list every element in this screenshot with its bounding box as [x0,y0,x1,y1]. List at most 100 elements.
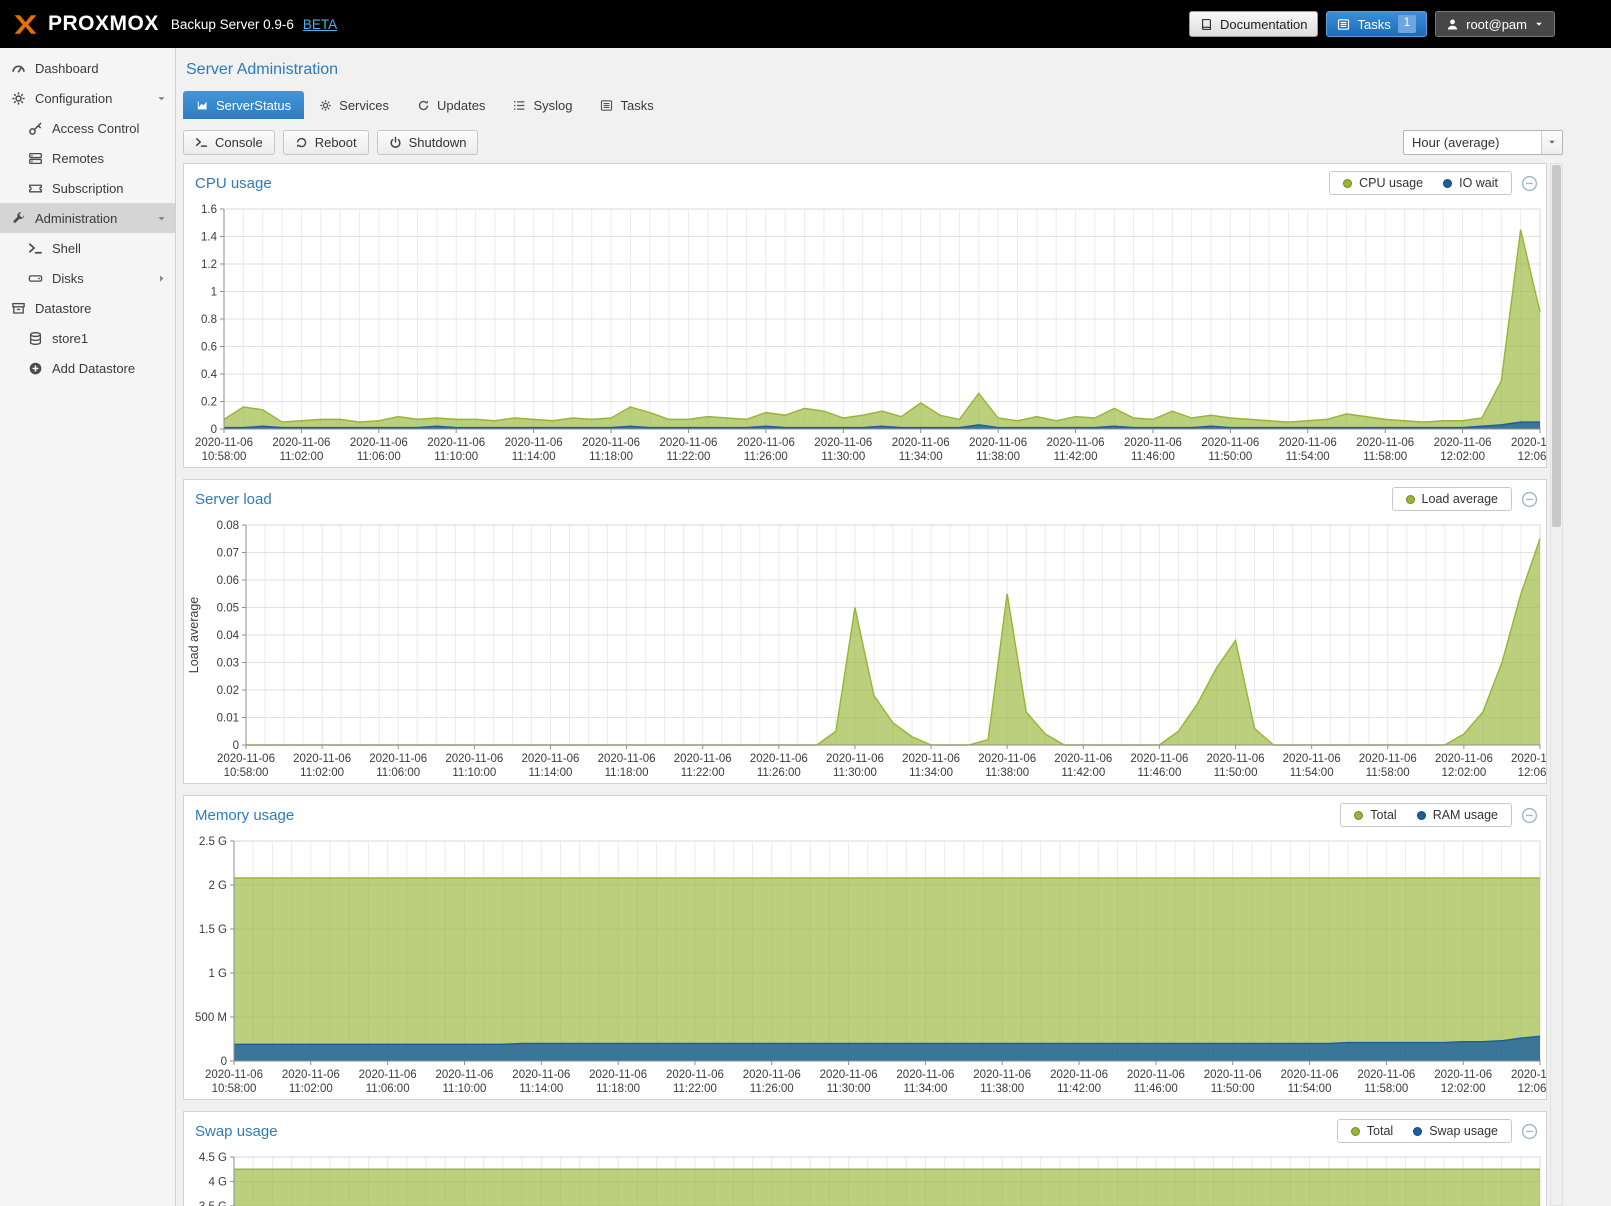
svg-text:1: 1 [211,287,217,299]
refresh-icon [417,99,430,112]
svg-text:11:30:00: 11:30:00 [821,451,865,463]
documentation-button[interactable]: Documentation [1189,11,1318,37]
tab-updates[interactable]: Updates [404,91,498,119]
svg-text:2020-11-06: 2020-11-06 [350,437,408,449]
panel-title: Memory usage [195,807,294,824]
tasks-button[interactable]: Tasks 1 [1326,11,1427,37]
svg-text:11:22:00: 11:22:00 [667,451,711,463]
sidebar-item-subscription[interactable]: Subscription [0,173,175,203]
sidebar-item-administration[interactable]: Administration [0,203,175,233]
legend-item-total[interactable]: Total [1354,808,1396,822]
sidebar-item-disks[interactable]: Disks [0,263,175,293]
svg-text:11:54:00: 11:54:00 [1288,1083,1332,1095]
svg-text:2020-11-06: 2020-11-06 [1359,753,1417,765]
memory-usage-chart: 0500 M1 G1.5 G2 G2.5 G2020-11-0610:58:00… [184,831,1546,1099]
top-header: PROXMOX Backup Server 0.9-6 BETA Documen… [0,0,1611,48]
svg-text:11:10:00: 11:10:00 [443,1083,487,1095]
combo-trigger[interactable] [1541,131,1562,154]
panel-memory-usage: Memory usage Total RAM usage [183,795,1547,1100]
timeframe-select[interactable]: Hour (average) [1403,130,1563,155]
box-icon [11,301,26,316]
svg-text:11:42:00: 11:42:00 [1061,767,1105,779]
sidebar-item-shell[interactable]: Shell [0,233,175,263]
tab-serverstatus[interactable]: ServerStatus [183,91,304,119]
svg-text:0: 0 [221,1056,227,1068]
undo-icon [295,136,308,149]
legend-item-swap-usage[interactable]: Swap usage [1413,1124,1498,1138]
svg-text:2020-11-06: 2020-11-06 [435,1069,493,1081]
svg-text:2020-11-06: 2020-11-06 [826,753,884,765]
collapse-panel-button[interactable] [1521,175,1538,192]
sidebar-item-access-control[interactable]: Access Control [0,113,175,143]
svg-text:0.2: 0.2 [201,397,217,409]
collapse-panel-button[interactable] [1521,807,1538,824]
chart-legend: Total Swap usage [1337,1119,1512,1143]
svg-text:11:26:00: 11:26:00 [757,767,801,779]
plus-circle-icon [28,361,43,376]
svg-text:0.01: 0.01 [217,713,239,725]
sidebar-item-configuration[interactable]: Configuration [0,83,175,113]
svg-text:2020-11-06: 2020-11-06 [1357,1069,1415,1081]
tab-services[interactable]: Services [306,91,402,119]
panel-title: Swap usage [195,1123,278,1140]
svg-text:11:30:00: 11:30:00 [827,1083,871,1095]
vertical-scrollbar[interactable] [1550,163,1563,1206]
svg-text:2020-11-06: 2020-11-06 [743,1069,801,1081]
sidebar-item-datastore[interactable]: Datastore [0,293,175,323]
shutdown-button[interactable]: Shutdown [377,130,479,155]
svg-text:11:26:00: 11:26:00 [744,451,788,463]
legend-item-total[interactable]: Total [1351,1124,1393,1138]
tab-bar: ServerStatus Services Updates Syslog Tas… [183,91,1563,119]
legend-item-load-average[interactable]: Load average [1406,492,1498,506]
svg-text:11:46:00: 11:46:00 [1137,767,1181,779]
tab-syslog[interactable]: Syslog [500,91,585,119]
legend-item-cpu-usage[interactable]: CPU usage [1343,176,1423,190]
sidebar-item-remotes[interactable]: Remotes [0,143,175,173]
terminal-icon [195,136,208,149]
svg-text:2020-11-06: 2020-11-06 [737,437,795,449]
svg-text:2020-11-06: 2020-11-06 [359,1069,417,1081]
svg-text:2020-11-06: 2020-11-06 [1130,753,1188,765]
svg-text:11:58:00: 11:58:00 [1366,767,1410,779]
svg-text:2020-11-06: 2020-11-06 [195,437,253,449]
svg-text:11:38:00: 11:38:00 [985,767,1029,779]
svg-text:1.2: 1.2 [201,259,217,271]
legend-dot [1406,495,1415,504]
list-icon [513,99,526,112]
app-root: PROXMOX Backup Server 0.9-6 BETA Documen… [0,0,1611,1206]
sidebar-item-add-datastore[interactable]: Add Datastore [0,353,175,383]
sidebar-item-dashboard[interactable]: Dashboard [0,53,175,83]
svg-text:2020-11-06: 2020-11-06 [1281,1069,1339,1081]
svg-text:4.5 G: 4.5 G [199,1152,227,1164]
sidebar-item-store1[interactable]: store1 [0,323,175,353]
svg-text:2020-11-06: 2020-11-06 [1054,753,1112,765]
svg-text:2020-11-06: 2020-11-06 [1124,437,1182,449]
svg-text:2020-11-06: 2020-11-06 [674,753,732,765]
svg-text:11:58:00: 11:58:00 [1364,1083,1408,1095]
svg-text:11:02:00: 11:02:00 [279,451,323,463]
svg-text:2020-11-06: 2020-11-06 [582,437,640,449]
svg-text:0.6: 0.6 [201,342,217,354]
legend-item-ram-usage[interactable]: RAM usage [1417,808,1498,822]
svg-text:11:18:00: 11:18:00 [589,451,633,463]
svg-text:2020-11-06: 2020-11-06 [1204,1069,1262,1081]
gauge-icon [11,61,26,76]
user-menu-button[interactable]: root@pam [1435,11,1555,37]
svg-text:2 G: 2 G [208,880,227,892]
database-icon [28,331,43,346]
svg-text:11:22:00: 11:22:00 [673,1083,717,1095]
reboot-button[interactable]: Reboot [283,130,369,155]
scrollbar-thumb[interactable] [1552,165,1561,527]
collapse-panel-button[interactable] [1521,491,1538,508]
collapse-panel-button[interactable] [1521,1123,1538,1140]
user-label: root@pam [1466,17,1527,32]
svg-text:2020-11-06: 2020-11-06 [512,1069,570,1081]
svg-text:1.5 G: 1.5 G [199,924,227,936]
legend-item-io-wait[interactable]: IO wait [1443,176,1498,190]
tab-tasks[interactable]: Tasks [587,91,666,119]
documentation-label: Documentation [1220,17,1307,32]
beta-link[interactable]: BETA [303,17,337,32]
console-button[interactable]: Console [183,130,275,155]
svg-text:2020-11-06: 2020-11-06 [1201,437,1259,449]
svg-text:11:50:00: 11:50:00 [1211,1083,1255,1095]
